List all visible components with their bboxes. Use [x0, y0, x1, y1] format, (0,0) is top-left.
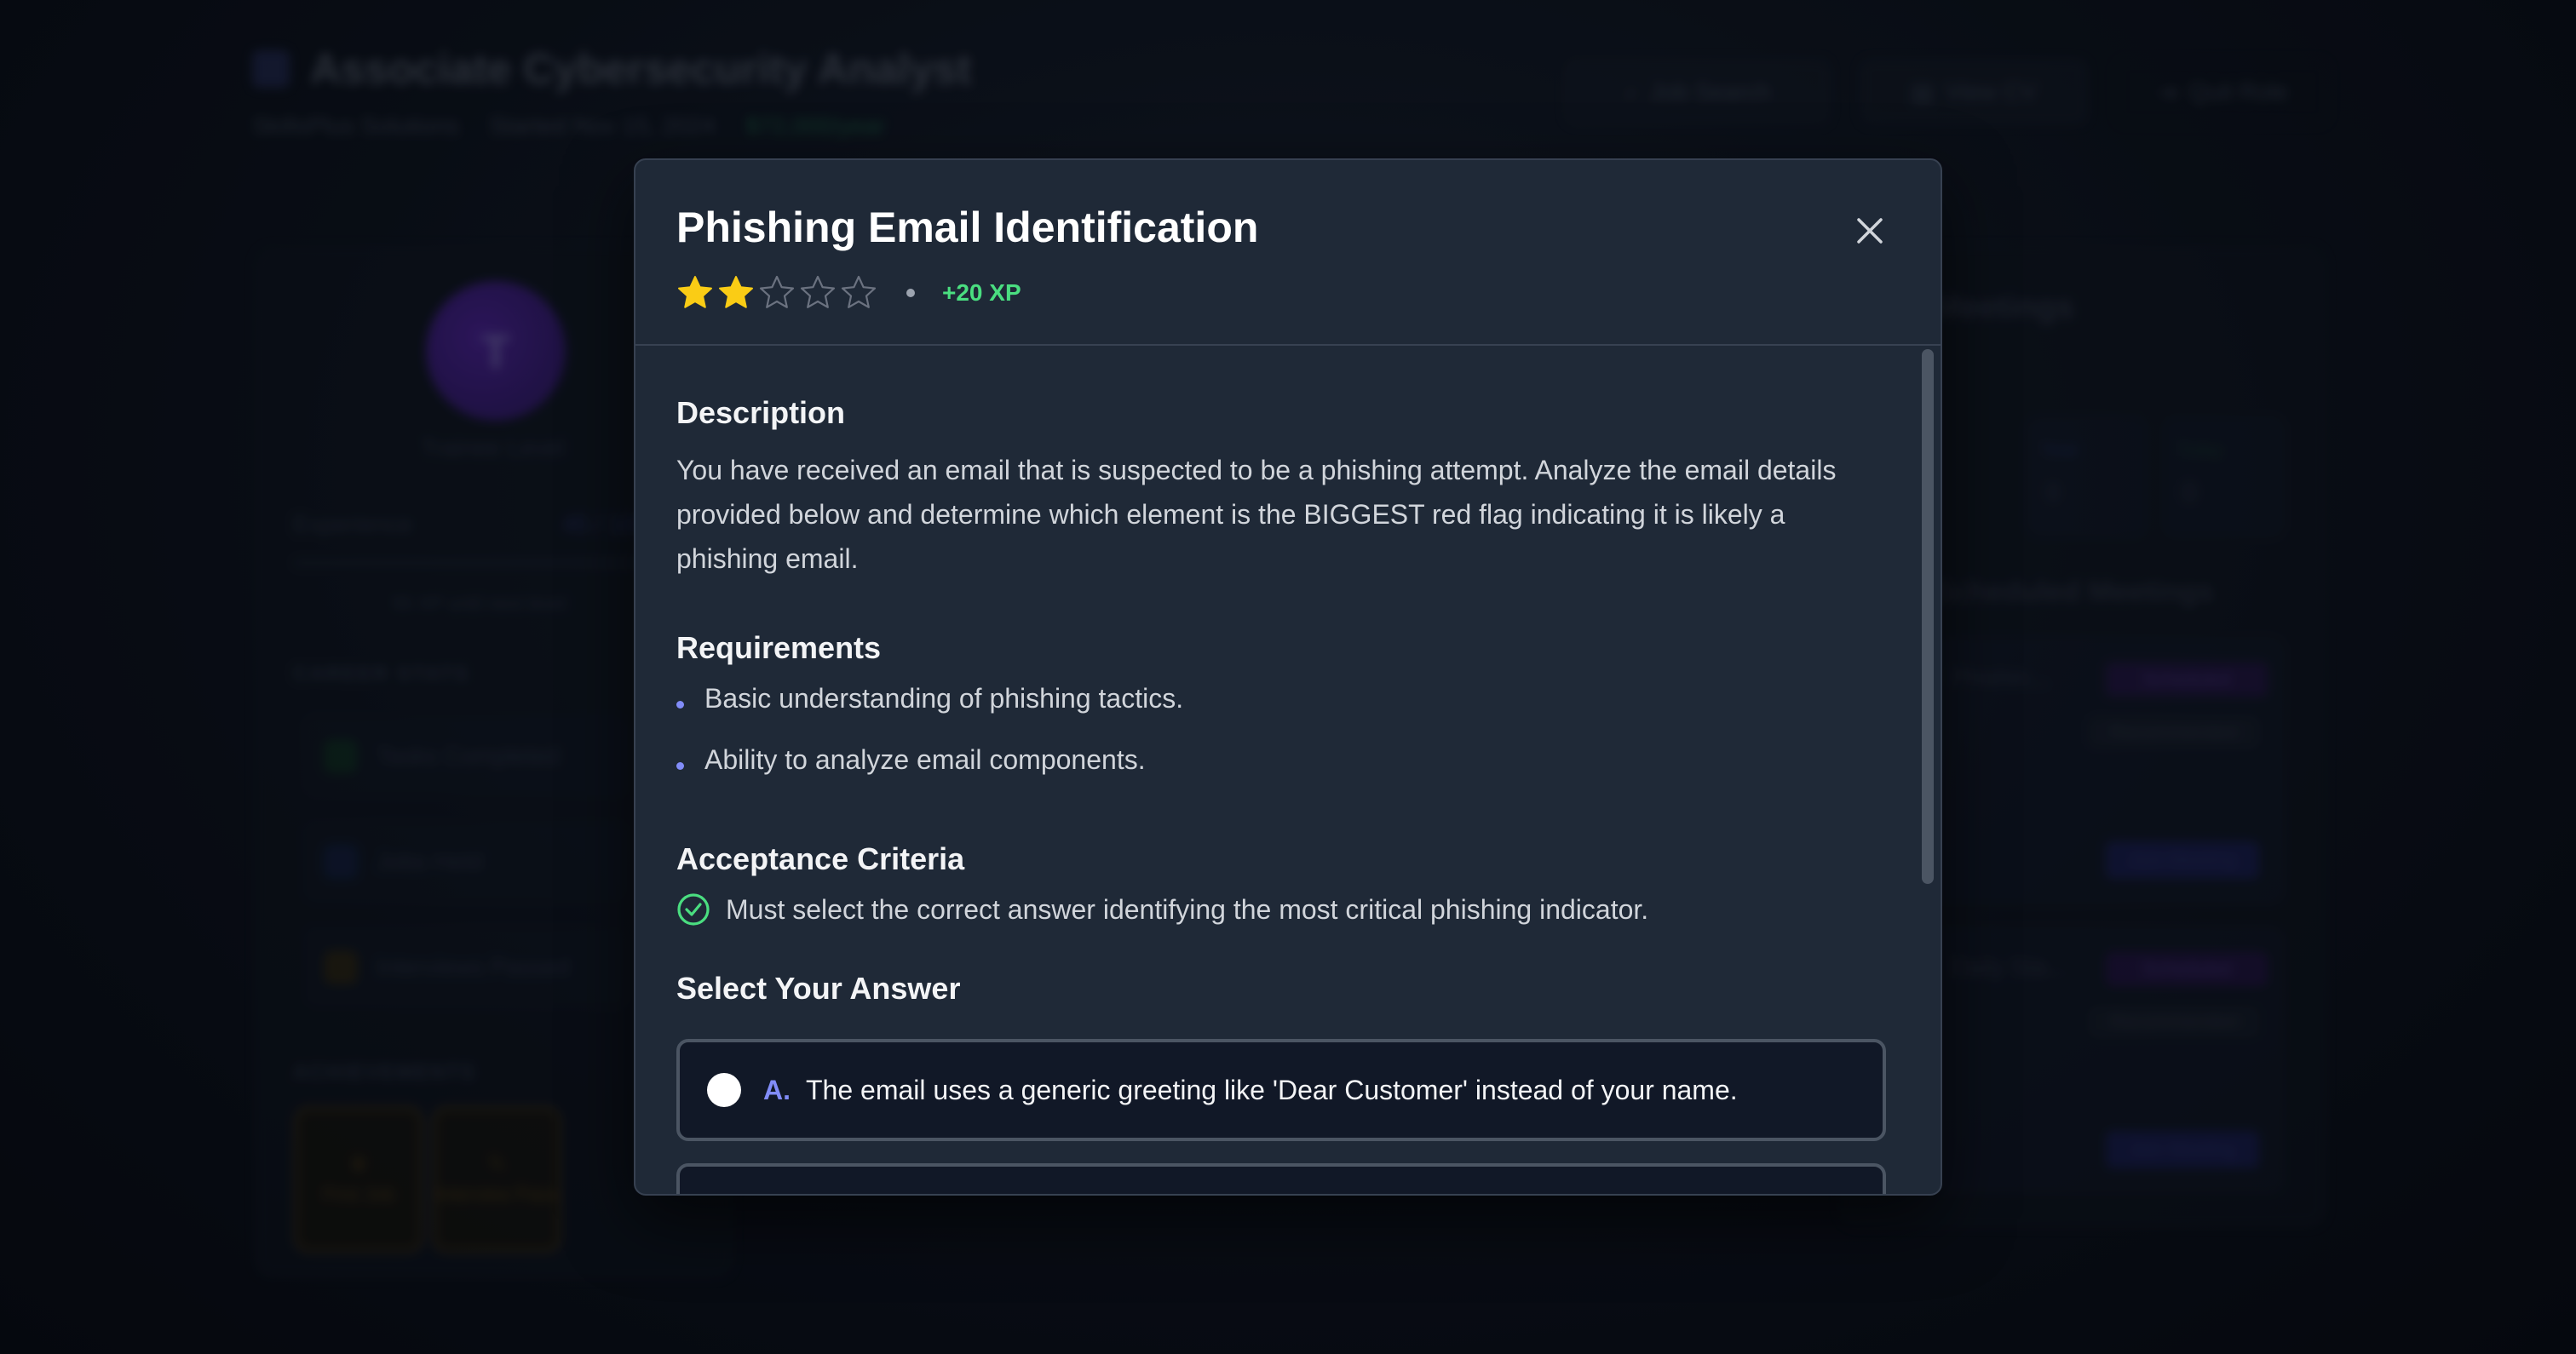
bullet-icon	[676, 701, 684, 709]
radio-button[interactable]	[707, 1073, 741, 1107]
app-root: Associate Cybersecurity Analyst SkillsPl…	[0, 0, 2576, 1354]
modal-title: Phishing Email Identification	[676, 204, 1259, 251]
task-modal: Phishing Email Identification +20 XP Des…	[634, 158, 1942, 1196]
modal-header: Phishing Email Identification +20 XP	[635, 160, 1941, 346]
separator-dot	[906, 289, 915, 297]
answer-option[interactable]	[676, 1163, 1886, 1194]
requirement-item: Ability to analyze email components.	[676, 744, 1146, 776]
requirements-title: Requirements	[676, 630, 882, 665]
description-title: Description	[676, 395, 846, 430]
close-button[interactable]	[1849, 209, 1891, 252]
star-empty-icon	[800, 275, 836, 308]
star-filled-icon	[719, 276, 753, 308]
star-filled-icon	[678, 276, 712, 308]
xp-reward: +20 XP	[942, 279, 1021, 306]
answer-text: The email uses a generic greeting like '…	[806, 1074, 1738, 1105]
acceptance-item: Must select the correct answer identifyi…	[676, 892, 1648, 927]
bullet-icon	[676, 762, 684, 770]
requirement-item: Basic understanding of phishing tactics.	[676, 683, 1183, 714]
answer-letter: A.	[763, 1074, 791, 1105]
modal-body[interactable]: Description You have received an email t…	[635, 346, 1941, 1194]
answer-section-title: Select Your Answer	[676, 971, 961, 1006]
check-circle-icon	[677, 893, 710, 926]
answer-option-a[interactable]: A. The email uses a generic greeting lik…	[676, 1039, 1886, 1141]
difficulty-rating: +20 XP	[676, 269, 1021, 317]
scrollbar-thumb[interactable]	[1922, 349, 1934, 884]
star-rating	[676, 274, 881, 312]
star-empty-icon	[759, 275, 795, 308]
description-text: You have received an email that is suspe…	[676, 455, 1837, 574]
star-empty-icon	[841, 275, 877, 308]
close-icon	[1857, 218, 1883, 244]
acceptance-title: Acceptance Criteria	[676, 841, 965, 876]
